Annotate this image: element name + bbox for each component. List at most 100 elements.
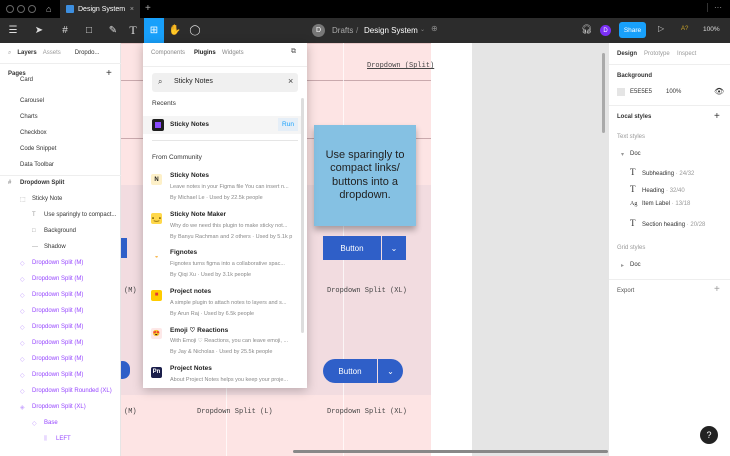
share-button[interactable]: Share [619, 22, 646, 38]
chevron-down-icon[interactable]: ⌄ [420, 26, 425, 33]
file-name[interactable]: Design System [364, 26, 418, 35]
comment-tool-icon[interactable]: ◯ [186, 18, 204, 43]
layer-item[interactable]: ◇ Dropdown Split (M) [0, 367, 121, 383]
layer-item[interactable]: ◇ Dropdown Split (M) [0, 303, 121, 319]
hand-tool-icon[interactable]: ✋ [166, 18, 184, 43]
help-button[interactable]: ? [700, 426, 718, 444]
page-item[interactable]: Data Toolbar [0, 157, 121, 173]
background-opacity[interactable]: 100% [666, 89, 681, 95]
layer-item[interactable]: # Dropdown Split [0, 175, 121, 191]
recent-plugin-row[interactable]: Sticky Notes Run [143, 116, 301, 134]
tab-design-system[interactable]: Design System × [60, 0, 140, 18]
home-icon[interactable]: ⌂ [46, 4, 51, 14]
plugin-list-item[interactable]: 😍 Emoji ♡ Reactions With Emoji ♡ Reactions… [151, 326, 301, 360]
layer-item[interactable]: □ Background [0, 223, 121, 239]
search-input[interactable]: ⌕ Sticky Notes × [152, 73, 298, 92]
text-style-item[interactable]: T Subheading · 24/32 [630, 167, 694, 177]
add-export-icon[interactable]: + [714, 284, 720, 295]
user-avatar[interactable]: D [600, 25, 611, 36]
page-item[interactable]: Checkbox [0, 125, 121, 141]
tab-widgets[interactable]: Widgets [222, 50, 244, 56]
layer-item[interactable]: — Shadow [0, 239, 121, 255]
add-style-icon[interactable]: + [714, 111, 720, 122]
header-link[interactable]: Dropdown (Split) [367, 62, 434, 70]
search-icon[interactable]: ⌕ [8, 50, 11, 57]
tab-inspect[interactable]: Inspect [677, 51, 696, 57]
tab-plugins[interactable]: Plugins [194, 50, 216, 56]
sticky-note[interactable]: Use sparingly to compact links/ buttons … [314, 125, 416, 226]
plugin-name: Sticky Notes [170, 172, 210, 179]
dropdown-split-rounded-button[interactable]: Button [323, 359, 377, 383]
layer-item[interactable]: ◇ Dropdown Split (M) [0, 271, 121, 287]
popup-scrollbar[interactable] [301, 98, 304, 333]
tab-components[interactable]: Components [151, 50, 185, 56]
layer-label: Dropdown Split (M) [32, 292, 84, 298]
accessibility-icon[interactable]: A? [681, 26, 688, 32]
grid-doc-folder[interactable]: Doc [630, 262, 641, 268]
text-style-item[interactable]: Ag Item Label · 13/18 [630, 201, 690, 207]
pen-tool-icon[interactable]: ✎ [104, 18, 122, 43]
background-hex[interactable]: E5E5E5 [630, 89, 652, 95]
layer-item[interactable]: ◇ Dropdown Split (M) [0, 287, 121, 303]
layer-item[interactable]: ◇ Dropdown Split (M) [0, 351, 121, 367]
text-tool-icon[interactable]: T [126, 18, 140, 43]
caret-down-icon[interactable]: ▾ [621, 151, 624, 158]
globe-icon[interactable]: ⊕ [431, 24, 438, 33]
zoom-dropdown[interactable]: 100% [703, 26, 720, 33]
layer-item[interactable]: ◇ Dropdown Split Rounded (XL) [0, 383, 121, 399]
layer-item[interactable]: ⬚ Sticky Note [0, 191, 121, 207]
main-menu-icon[interactable]: ☰ [4, 18, 22, 43]
run-button[interactable]: Run [278, 118, 298, 131]
clear-search-icon[interactable]: × [288, 76, 293, 86]
page-item[interactable]: Charts [0, 109, 121, 125]
chevron-down-icon[interactable]: ⌄ [378, 359, 403, 383]
frame-tool-icon[interactable]: # [56, 18, 74, 43]
layer-item[interactable]: ⫼ LEFT [0, 431, 121, 447]
rectangle-tool-icon[interactable]: □ [80, 18, 98, 43]
headphones-icon[interactable]: 🎧︎ [581, 24, 592, 35]
layer-item[interactable]: ◇ Dropdown Split (M) [0, 319, 121, 335]
plugin-list-item[interactable]: Pn Project Notes About Project Notes helps… [151, 365, 301, 388]
page-item[interactable]: Card [0, 75, 121, 83]
move-tool-icon[interactable]: ➤ [30, 18, 48, 43]
text-style-item[interactable]: T Section heading · 20/28 [630, 218, 705, 228]
horizontal-scrollbar[interactable] [293, 450, 608, 453]
label-l: Dropdown Split (L) [197, 408, 273, 416]
tab-design[interactable]: Design [617, 51, 637, 57]
tab-layers[interactable]: Layers [17, 50, 36, 56]
close-window-button[interactable] [6, 5, 14, 13]
layer-item[interactable]: T Use sparingly to compact... [0, 207, 121, 223]
background-swatch[interactable] [617, 88, 625, 96]
more-icon[interactable]: ··· [707, 3, 722, 12]
vertical-scrollbar[interactable] [602, 53, 605, 133]
minimize-window-button[interactable] [17, 5, 25, 13]
layer-item[interactable]: ◇ Base [0, 415, 121, 431]
page-item[interactable]: Carousel [0, 93, 121, 109]
plugin-list-item[interactable]: N Sticky Notes Leave notes in your Figma f… [151, 172, 301, 206]
tab-assets[interactable]: Assets [43, 50, 61, 56]
breadcrumb-drafts[interactable]: Drafts [332, 26, 353, 35]
open-in-new-icon[interactable]: ⧉ [291, 48, 296, 56]
plugin-list-item[interactable]: ■ Project notes A simple plugin to attach … [151, 288, 301, 322]
tab-prototype[interactable]: Prototype [644, 51, 670, 57]
present-icon[interactable]: ▷ [658, 24, 664, 33]
page-label: Carousel [20, 98, 45, 104]
doc-folder[interactable]: Doc [630, 151, 641, 157]
plugin-list-item[interactable]: ◒ Fignotes Fignotes turns figma into a col… [151, 249, 301, 283]
page-item[interactable]: Code Snippet [0, 141, 121, 157]
text-style-item[interactable]: T Heading · 32/40 [630, 184, 685, 194]
resources-tool-icon[interactable]: ⊞ [144, 18, 164, 43]
layer-item[interactable]: ◈ Dropdown Split (XL) [0, 399, 121, 415]
button-partial[interactable] [121, 238, 127, 258]
layer-item[interactable]: ◇ Dropdown Split (M) [0, 255, 121, 271]
dropdown-split-button[interactable]: Button [323, 236, 381, 260]
eye-icon[interactable]: 👁︎ [714, 87, 724, 96]
page-selector[interactable]: Dropdo... [75, 50, 100, 56]
layer-item[interactable]: ◇ Dropdown Split (M) [0, 335, 121, 351]
plugin-list-item[interactable]: •‿• Sticky Note Maker Why do we need this … [151, 211, 301, 245]
maximize-window-button[interactable] [28, 5, 36, 13]
chevron-down-icon[interactable]: ⌄ [382, 236, 406, 260]
close-tab-icon[interactable]: × [130, 6, 134, 13]
caret-right-icon[interactable]: ▸ [621, 262, 624, 269]
new-tab-button[interactable]: + [145, 3, 151, 14]
